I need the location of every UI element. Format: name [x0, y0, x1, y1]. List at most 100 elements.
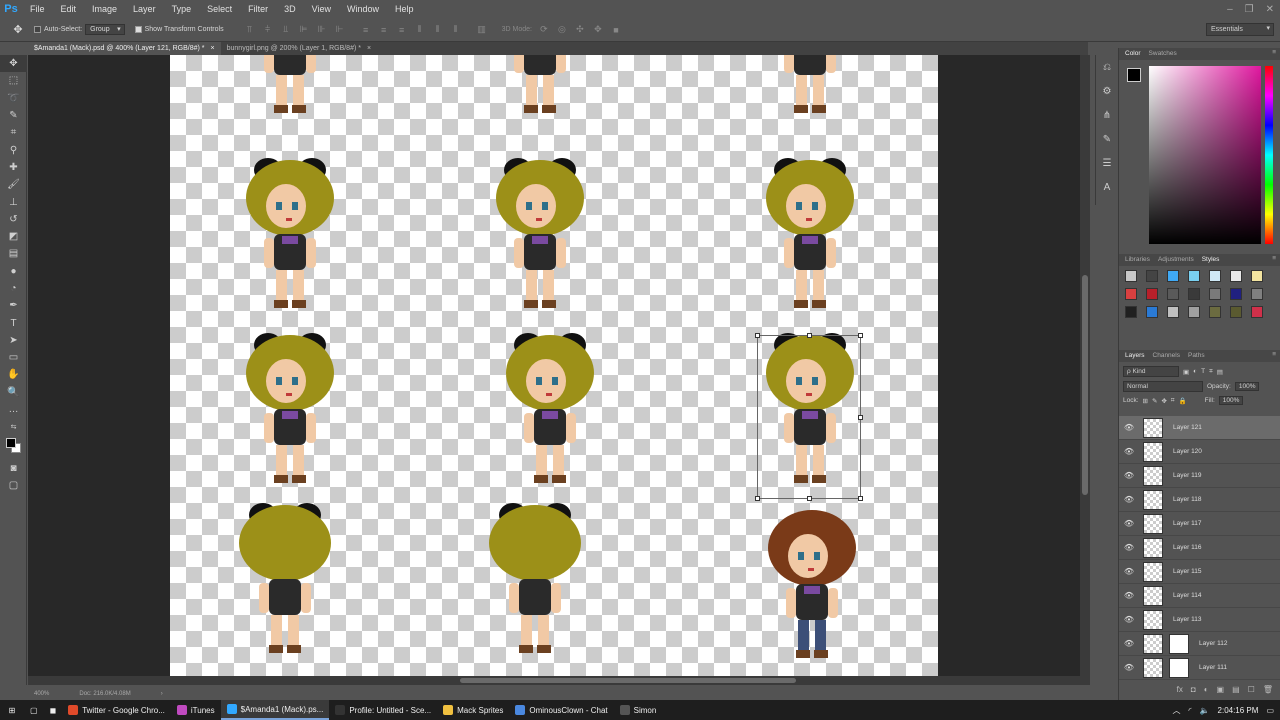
- brush-tool-icon[interactable]: 🖌: [0, 176, 27, 193]
- volume-icon[interactable]: 🔈: [1200, 706, 1210, 715]
- scroll-thumb[interactable]: [460, 678, 796, 683]
- menu-layer[interactable]: Layer: [125, 0, 164, 18]
- pinned-app-icon[interactable]: ◼: [44, 700, 63, 720]
- brush-presets-panel-icon[interactable]: ⋔: [1096, 103, 1118, 127]
- distribute-right-icon[interactable]: ⦀: [450, 24, 462, 36]
- eraser-tool-icon[interactable]: ◩: [0, 228, 27, 245]
- visibility-eye-icon[interactable]: 👁: [1119, 567, 1139, 576]
- 3d-roll-icon[interactable]: ◎: [556, 24, 568, 36]
- menu-filter[interactable]: Filter: [240, 0, 276, 18]
- menu-help[interactable]: Help: [387, 0, 422, 18]
- style-swatch[interactable]: [1125, 306, 1137, 318]
- auto-select-dropdown[interactable]: Group: [85, 24, 125, 35]
- style-swatch[interactable]: [1125, 270, 1137, 282]
- visibility-eye-icon[interactable]: 👁: [1119, 519, 1139, 528]
- visibility-eye-icon[interactable]: 👁: [1119, 447, 1139, 456]
- style-swatch[interactable]: [1167, 306, 1179, 318]
- panel-menu-icon[interactable]: ≡: [1272, 49, 1276, 56]
- panel-menu-icon[interactable]: ≡: [1272, 351, 1276, 358]
- taskbar-item[interactable]: iTunes: [171, 700, 221, 720]
- distribute-top-icon[interactable]: ≡: [360, 24, 372, 36]
- panel-menu-icon[interactable]: ≡: [1272, 255, 1276, 262]
- layer-row[interactable]: 👁 Layer 115: [1119, 560, 1280, 584]
- filter-adjust-icon[interactable]: ◐: [1193, 368, 1197, 375]
- foreground-color-swatch[interactable]: [6, 437, 16, 448]
- align-bottom-icon[interactable]: ⫫: [280, 24, 292, 36]
- 3d-pan-icon[interactable]: ✣: [574, 24, 586, 36]
- style-swatch[interactable]: [1167, 270, 1179, 282]
- layer-row[interactable]: 👁 Layer 117: [1119, 512, 1280, 536]
- style-swatch[interactable]: [1146, 288, 1158, 300]
- align-left-icon[interactable]: ⊫: [298, 24, 310, 36]
- path-select-tool-icon[interactable]: ➤: [0, 332, 27, 349]
- clone-stamp-tool-icon[interactable]: ⊥: [0, 193, 27, 210]
- marquee-tool-icon[interactable]: ⬚: [0, 72, 27, 89]
- clock[interactable]: 2:04:16 PM: [1218, 706, 1259, 715]
- style-swatch[interactable]: [1188, 288, 1200, 300]
- 3d-slide-icon[interactable]: ✥: [592, 24, 604, 36]
- transform-controls-checkbox[interactable]: [134, 26, 142, 33]
- layer-mask-icon[interactable]: ◐: [1204, 685, 1209, 694]
- tab-swatches[interactable]: Swatches: [1149, 50, 1177, 58]
- transform-handle[interactable]: [807, 333, 812, 338]
- align-top-icon[interactable]: ⫪: [244, 24, 256, 36]
- pen-tool-icon[interactable]: ✒: [0, 297, 27, 314]
- vertical-scrollbar[interactable]: [1080, 55, 1090, 685]
- style-swatch[interactable]: [1209, 288, 1221, 300]
- new-layer-icon[interactable]: ☐: [1248, 685, 1255, 694]
- visibility-eye-icon[interactable]: 👁: [1119, 615, 1139, 624]
- gradient-tool-icon[interactable]: ▤: [0, 245, 27, 262]
- layer-row[interactable]: 👁 Layer 116: [1119, 536, 1280, 560]
- style-swatch[interactable]: [1230, 270, 1242, 282]
- scroll-thumb[interactable]: [1082, 275, 1088, 495]
- blur-tool-icon[interactable]: ●: [0, 263, 27, 280]
- transform-bounding-box[interactable]: [755, 333, 863, 501]
- taskbar-item[interactable]: OminousClown - Chat: [509, 700, 613, 720]
- distribute-hcenter-icon[interactable]: ⦀: [432, 24, 444, 36]
- close-button[interactable]: ✕: [1266, 4, 1274, 15]
- layer-style-icon[interactable]: ◘: [1191, 685, 1196, 694]
- tab-color[interactable]: Color: [1125, 50, 1141, 58]
- hue-slider[interactable]: [1265, 66, 1273, 244]
- quick-select-tool-icon[interactable]: ✎: [0, 107, 27, 124]
- document-canvas[interactable]: [170, 55, 938, 676]
- layer-row[interactable]: 👁 Layer 120: [1119, 440, 1280, 464]
- more-tools-icon[interactable]: …: [0, 401, 27, 418]
- style-swatch[interactable]: [1251, 270, 1263, 282]
- align-right-icon[interactable]: ⊩: [334, 24, 346, 36]
- 3d-orbit-icon[interactable]: ⟳: [538, 24, 550, 36]
- opacity-field[interactable]: 100%: [1234, 382, 1260, 391]
- taskbar-item[interactable]: Profile: Untitled - Sce...: [329, 700, 437, 720]
- layer-row[interactable]: 👁 Layer 111: [1119, 656, 1280, 680]
- crop-tool-icon[interactable]: ⌗: [0, 124, 27, 141]
- style-swatch[interactable]: [1188, 270, 1200, 282]
- horizontal-scrollbar[interactable]: [28, 676, 1080, 685]
- default-colors-icon[interactable]: ⇆: [0, 418, 27, 435]
- visibility-eye-icon[interactable]: 👁: [1119, 423, 1139, 432]
- style-swatch[interactable]: [1125, 288, 1137, 300]
- layer-filter-dropdown[interactable]: ρ Kind: [1123, 366, 1179, 377]
- style-swatch[interactable]: [1230, 288, 1242, 300]
- taskbar-item[interactable]: $Amanda1 (Mack).ps...: [220, 700, 330, 720]
- layer-row[interactable]: 👁 Layer 113: [1119, 608, 1280, 632]
- style-swatch[interactable]: [1251, 288, 1263, 300]
- menu-type[interactable]: Type: [164, 0, 200, 18]
- notifications-icon[interactable]: ▭: [1266, 706, 1274, 715]
- zoom-level[interactable]: 400%: [34, 691, 49, 697]
- hand-tool-icon[interactable]: ✋: [0, 366, 27, 383]
- filter-pixel-icon[interactable]: ▣: [1183, 368, 1189, 376]
- start-button[interactable]: ⊞: [0, 700, 24, 720]
- history-brush-tool-icon[interactable]: ↺: [0, 211, 27, 228]
- style-swatch[interactable]: [1146, 306, 1158, 318]
- layer-mask-thumbnail[interactable]: [1169, 633, 1189, 654]
- menu-edit[interactable]: Edit: [53, 0, 85, 18]
- lock-artboard-icon[interactable]: ⌗: [1171, 397, 1175, 405]
- menu-image[interactable]: Image: [84, 0, 125, 18]
- status-menu-arrow[interactable]: ›: [161, 691, 163, 697]
- tab-bunnygirl-png[interactable]: bunnygirl.png @ 200% (Layer 1, RGB/8#) *…: [221, 42, 377, 55]
- taskbar-item[interactable]: Simon: [614, 700, 663, 720]
- style-swatch[interactable]: [1209, 306, 1221, 318]
- transform-handle[interactable]: [755, 333, 760, 338]
- visibility-eye-icon[interactable]: 👁: [1119, 495, 1139, 504]
- tray-arrow-icon[interactable]: ︿: [1172, 705, 1180, 716]
